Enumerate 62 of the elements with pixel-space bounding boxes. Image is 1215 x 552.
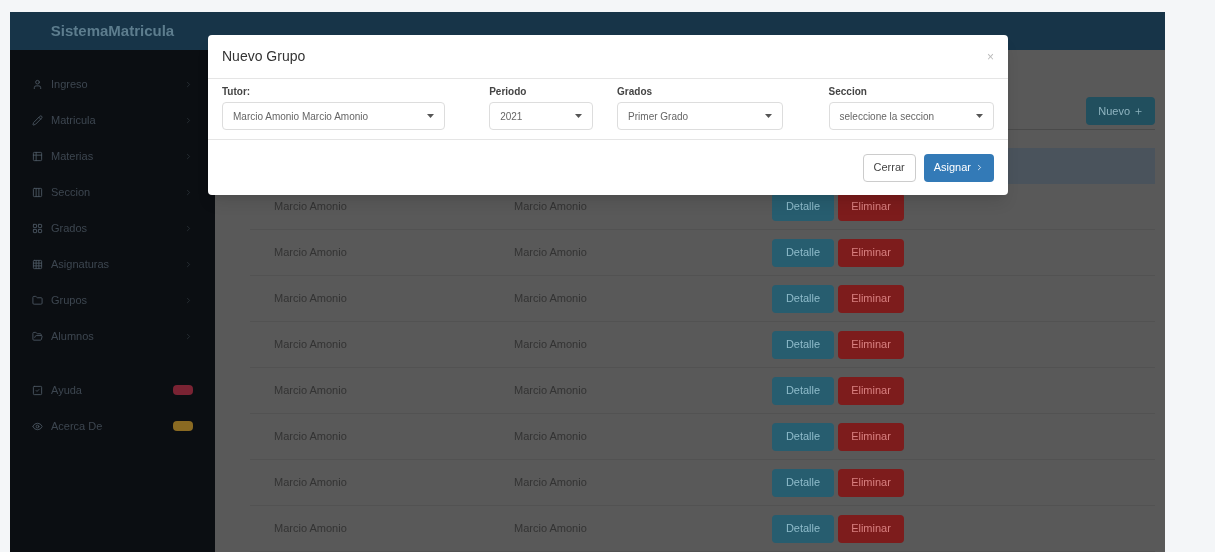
sidebar-item[interactable]: Alumnos xyxy=(10,318,215,354)
detail-button[interactable]: Detalle xyxy=(772,514,834,543)
detail-button[interactable]: Detalle xyxy=(772,284,834,313)
delete-button[interactable]: Eliminar xyxy=(838,422,904,451)
field-label: Tutor: xyxy=(222,85,252,99)
sidebar-item[interactable]: Ingreso xyxy=(10,66,215,102)
chevron-icon xyxy=(184,151,193,161)
sidebar-item[interactable]: Seccion xyxy=(10,174,215,210)
detail-button[interactable]: Detalle xyxy=(772,468,834,497)
chevron-icon xyxy=(184,223,193,233)
menu-item-icon xyxy=(32,114,43,126)
select-field[interactable]: seleccione la seccion xyxy=(828,102,994,130)
brand-title: SistemaMatricula xyxy=(50,20,175,41)
sidebar-item[interactable]: Grados xyxy=(10,210,215,246)
chevron-icon xyxy=(184,259,193,269)
caret-icon xyxy=(427,114,435,118)
menu-item-icon xyxy=(32,294,43,306)
delete-button[interactable]: Eliminar xyxy=(838,284,904,313)
close-dialog-button[interactable]: Cerrar xyxy=(862,153,916,182)
delete-button[interactable]: Eliminar xyxy=(838,238,904,267)
menu-item-icon xyxy=(32,186,43,198)
select-field[interactable]: Primer Grado xyxy=(617,102,783,130)
delete-button[interactable]: Eliminar xyxy=(838,514,904,543)
menu-item-icon xyxy=(32,222,43,234)
assign-button[interactable]: Asignar xyxy=(923,153,994,182)
menu-item-icon xyxy=(32,258,43,270)
caret-icon xyxy=(764,114,772,118)
delete-button[interactable]: Eliminar xyxy=(838,468,904,497)
menu-item-icon xyxy=(32,330,43,342)
new-button[interactable]: Nuevo xyxy=(1086,97,1155,125)
sidebar-item[interactable]: Materias xyxy=(10,138,215,174)
chevron-icon xyxy=(184,331,193,341)
plus-icon xyxy=(1134,106,1143,116)
menu-item-icon xyxy=(32,420,43,432)
sidebar-item[interactable]: Asignaturas xyxy=(10,246,215,282)
modal-title: Nuevo Grupo xyxy=(222,47,306,66)
select-field[interactable]: 2021 xyxy=(489,102,594,130)
delete-button[interactable]: Eliminar xyxy=(838,376,904,405)
detail-button[interactable]: Detalle xyxy=(772,422,834,451)
field-label: Periodo xyxy=(489,85,528,99)
caret-icon xyxy=(575,114,583,118)
detail-button[interactable]: Detalle xyxy=(772,238,834,267)
delete-button[interactable]: Eliminar xyxy=(838,330,904,359)
menu-item-icon xyxy=(32,78,43,90)
chevron-icon xyxy=(184,79,193,89)
caret-icon xyxy=(976,114,983,118)
detail-button[interactable]: Detalle xyxy=(772,330,834,359)
detail-button[interactable]: Detalle xyxy=(772,376,834,405)
field-label: Seccion xyxy=(828,85,868,99)
chevron-icon xyxy=(184,295,193,305)
chevron-icon xyxy=(184,187,193,197)
field-label: Grados xyxy=(617,85,654,99)
chevron-icon xyxy=(975,163,984,172)
menu-item-icon xyxy=(32,150,43,162)
sidebar-item[interactable]: Grupos xyxy=(10,282,215,318)
sidebar-item[interactable]: Ayuda xyxy=(10,372,215,408)
close-button[interactable]: × xyxy=(987,50,994,63)
select-field[interactable]: Marcio Amonio Marcio Amonio xyxy=(222,102,446,130)
sidebar-item[interactable]: Acerca De xyxy=(10,408,215,444)
chevron-icon xyxy=(184,115,193,125)
sidebar-item[interactable]: Matricula xyxy=(10,102,215,138)
menu-item-icon xyxy=(32,384,43,396)
